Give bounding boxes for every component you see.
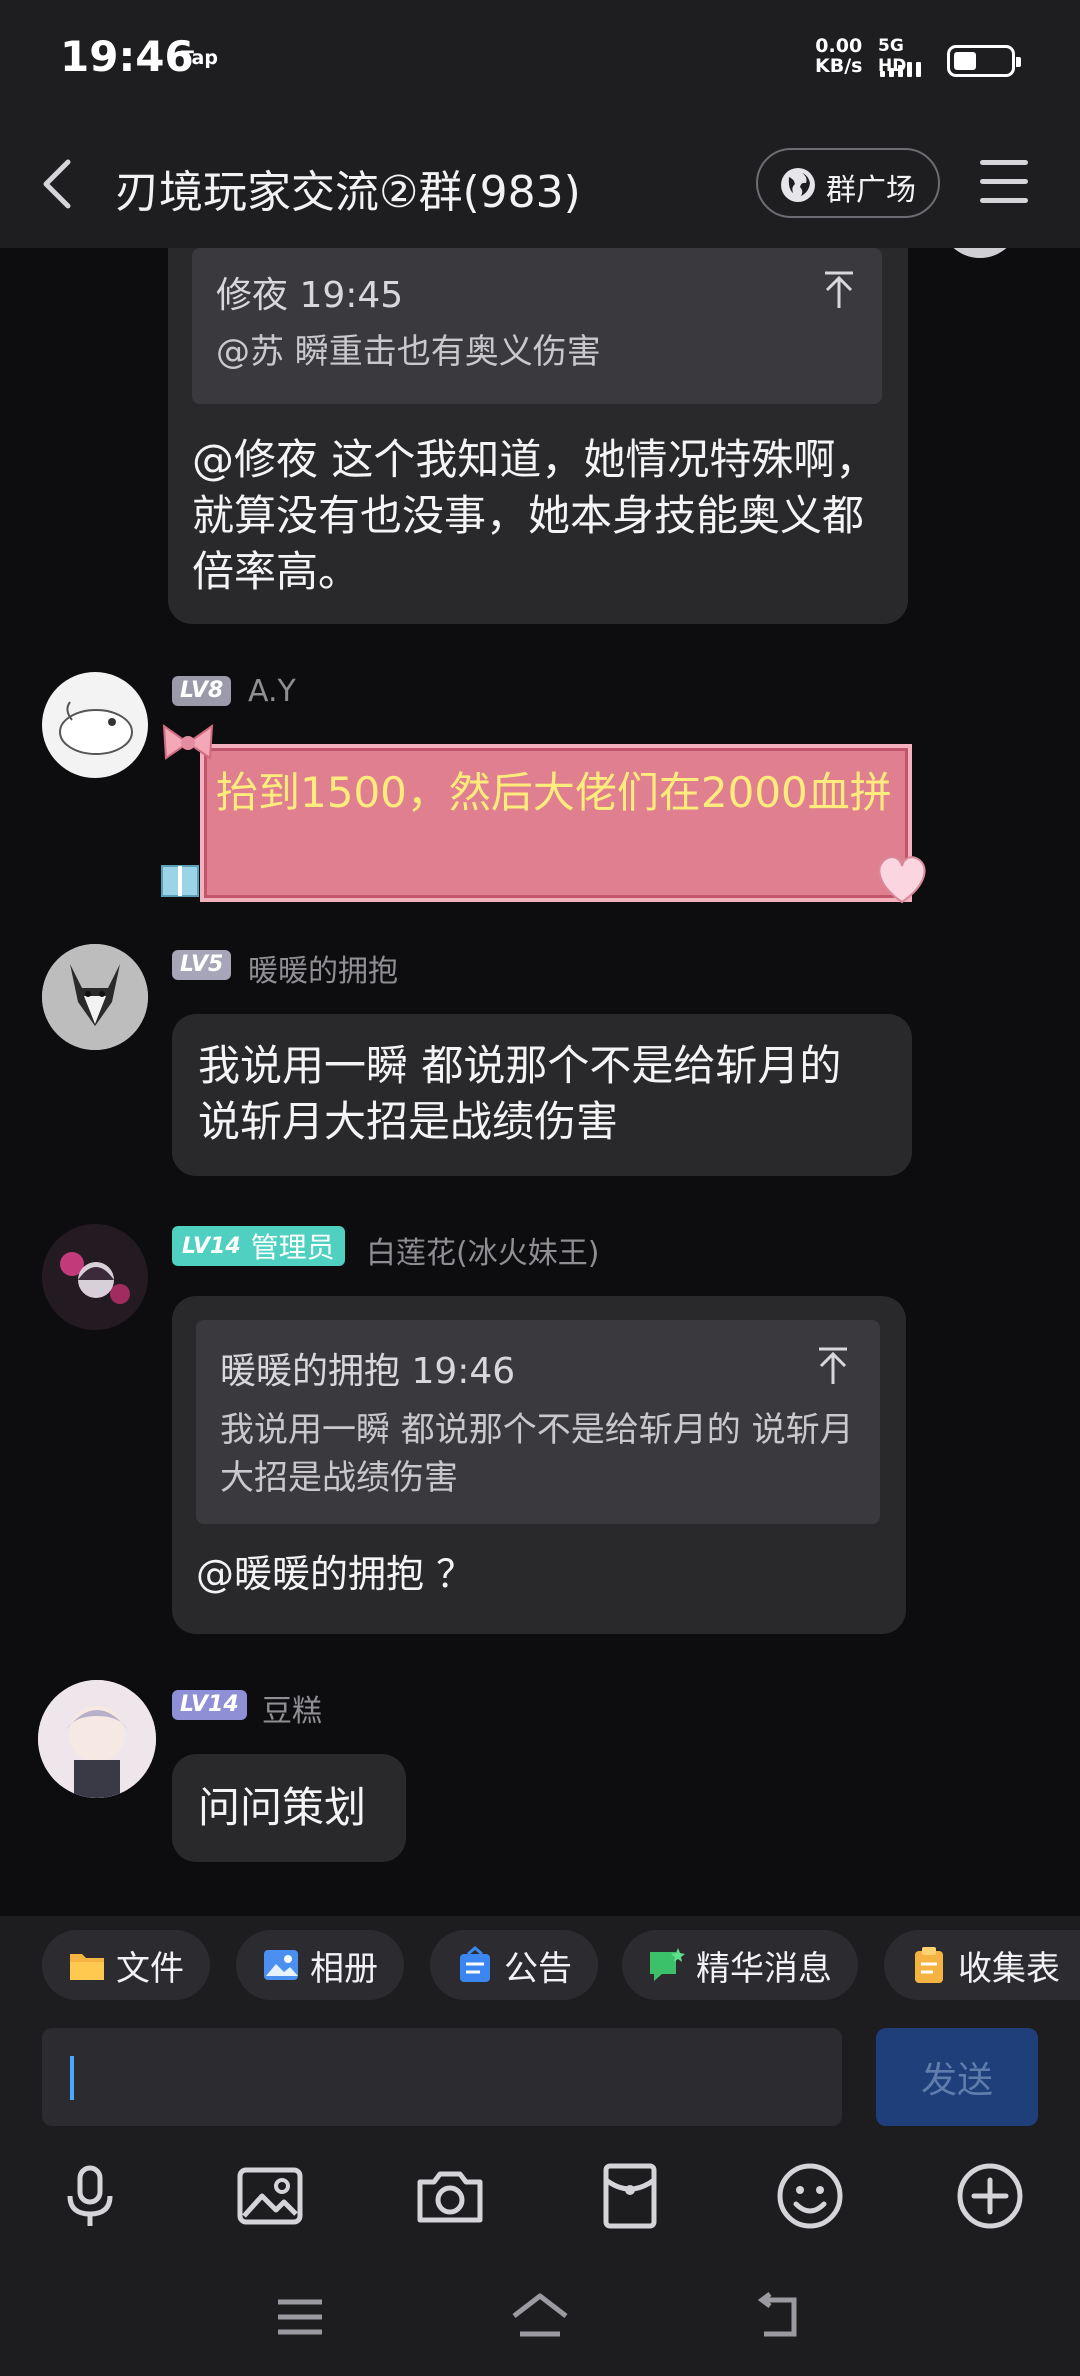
- message-bubble[interactable]: 我说用一瞬 都说那个不是给斩月的 说斩月大招是战绩伤害: [172, 1014, 912, 1176]
- level-badge: LV8: [172, 676, 232, 706]
- globe-icon: [781, 168, 815, 202]
- special-bubble[interactable]: 抬到1500，然后大佬们在2000血拼: [200, 744, 912, 902]
- battery-icon: [947, 45, 1021, 77]
- group-title: 刃境玩家交流②群(983): [115, 167, 581, 218]
- quote-text: @苏 瞬重击也有奥义伤害: [216, 332, 601, 372]
- status-time: 19:46: [60, 32, 194, 81]
- group-square-label: 群广场: [826, 173, 916, 208]
- network-speed-value: 0.00: [815, 35, 863, 57]
- jump-to-quote-icon[interactable]: [822, 270, 856, 310]
- tab-files[interactable]: 文件: [42, 1930, 210, 2000]
- avatar[interactable]: [42, 1224, 148, 1330]
- album-icon: [264, 1950, 298, 1980]
- tab-essence[interactable]: 精华消息: [622, 1930, 858, 2000]
- message-text: 抬到1500，然后大佬们在2000血拼: [216, 768, 892, 817]
- camera-icon[interactable]: [410, 2156, 490, 2236]
- tab-label: 公告: [504, 1948, 572, 1989]
- announcement-icon: [460, 1946, 490, 1982]
- send-button[interactable]: 发送: [876, 2028, 1038, 2126]
- message-input[interactable]: [42, 2028, 842, 2126]
- level-badge: LV14: [172, 1690, 247, 1720]
- quote-author-time: 修夜 19:45: [216, 275, 404, 316]
- message-text: 我说用一瞬 都说那个不是给斩月的 说斩月大招是战绩伤害: [198, 1041, 842, 1146]
- system-nav-bar: [0, 2256, 1080, 2376]
- recent-apps-icon[interactable]: [270, 2290, 330, 2344]
- chat-header: 刃境玩家交流②群(983) 群广场: [0, 118, 1080, 248]
- text-cursor: [70, 2056, 74, 2100]
- quoted-message[interactable]: 修夜 19:45 @苏 瞬重击也有奥义伤害: [192, 248, 882, 404]
- avatar[interactable]: [38, 1680, 156, 1798]
- gift-box-icon: [161, 865, 199, 897]
- avatar[interactable]: [42, 944, 148, 1050]
- clipboard-icon: [915, 1947, 943, 1983]
- tab-album[interactable]: 相册: [236, 1930, 404, 2000]
- message-text: @暖暖的拥抱 ？: [196, 1552, 475, 1596]
- quote-text: 我说用一瞬 都说那个不是给斩月的 说斩月大招是战绩伤害: [220, 1410, 854, 1498]
- message-bubble[interactable]: 暖暖的拥抱 19:46 我说用一瞬 都说那个不是给斩月的 说斩月大招是战绩伤害 …: [172, 1296, 906, 1634]
- essence-icon: [650, 1948, 685, 1981]
- plus-icon[interactable]: [950, 2156, 1030, 2236]
- avatar[interactable]: [42, 672, 148, 778]
- level-badge: LV5: [172, 950, 232, 980]
- chat-messages[interactable]: 修夜 19:45 @苏 瞬重击也有奥义伤害 @修夜 这个我知道，她情况特殊啊，就…: [0, 248, 1080, 1916]
- jump-to-quote-icon[interactable]: [816, 1346, 850, 1386]
- quoted-message[interactable]: 暖暖的拥抱 19:46 我说用一瞬 都说那个不是给斩月的 说斩月大招是战绩伤害: [196, 1320, 880, 1524]
- level-badge: LV14: [182, 1233, 241, 1259]
- tab-label: 精华消息: [696, 1948, 832, 1989]
- message-text: 问问策划: [198, 1783, 367, 1832]
- signal-icon: 5G HD: [878, 36, 936, 80]
- network-speed: 0.00 KB/s: [815, 36, 862, 76]
- message-bubble[interactable]: 问问策划: [172, 1754, 406, 1862]
- home-icon[interactable]: [510, 2290, 570, 2344]
- group-square-button[interactable]: 群广场: [756, 148, 940, 218]
- menu-icon[interactable]: [980, 160, 1028, 206]
- sender-name[interactable]: 白莲花(冰火妹王): [366, 1228, 599, 1272]
- tab-label: 文件: [116, 1948, 184, 1989]
- input-toolbar: [0, 2136, 1080, 2256]
- emoji-icon[interactable]: [770, 2156, 850, 2236]
- tab-label: 收集表: [958, 1948, 1060, 1989]
- back-arrow-icon[interactable]: [38, 156, 78, 212]
- network-speed-unit: KB/s: [815, 55, 863, 77]
- role-label: 管理员: [250, 1231, 335, 1264]
- image-icon[interactable]: [230, 2156, 310, 2236]
- input-row: 发送: [0, 2016, 1080, 2136]
- sender-name[interactable]: A.Y: [248, 674, 296, 709]
- status-bar: 19:46 Tap 0.00 KB/s 5G HD: [0, 0, 1080, 118]
- status-tap-indicator: Tap: [181, 47, 218, 69]
- folder-icon: [70, 1954, 104, 1980]
- back-nav-icon[interactable]: [750, 2290, 810, 2344]
- message-text: @修夜 这个我知道，她情况特殊啊，就算没有也没事，她本身技能奥义都倍率高。: [192, 435, 878, 596]
- tab-announcement[interactable]: 公告: [430, 1930, 598, 2000]
- avatar[interactable]: [940, 248, 1020, 258]
- tab-label: 相册: [310, 1948, 378, 1989]
- red-packet-icon[interactable]: [590, 2156, 670, 2236]
- sender-name[interactable]: 豆糕: [262, 1686, 322, 1730]
- message-bubble[interactable]: 修夜 19:45 @苏 瞬重击也有奥义伤害 @修夜 这个我知道，她情况特殊啊，就…: [168, 248, 908, 624]
- bow-decoration-icon: [162, 723, 214, 760]
- heart-icon: [878, 856, 926, 904]
- admin-badge: LV14 管理员: [172, 1226, 345, 1266]
- quote-author-time: 暖暖的拥抱 19:46: [220, 1351, 516, 1392]
- microphone-icon[interactable]: [50, 2156, 130, 2236]
- quick-tabs: 文件 相册 公告 精华消息 收集表: [0, 1916, 1080, 2016]
- tab-collection-form[interactable]: 收集表: [884, 1930, 1080, 2000]
- sender-name[interactable]: 暖暖的拥抱: [248, 946, 398, 990]
